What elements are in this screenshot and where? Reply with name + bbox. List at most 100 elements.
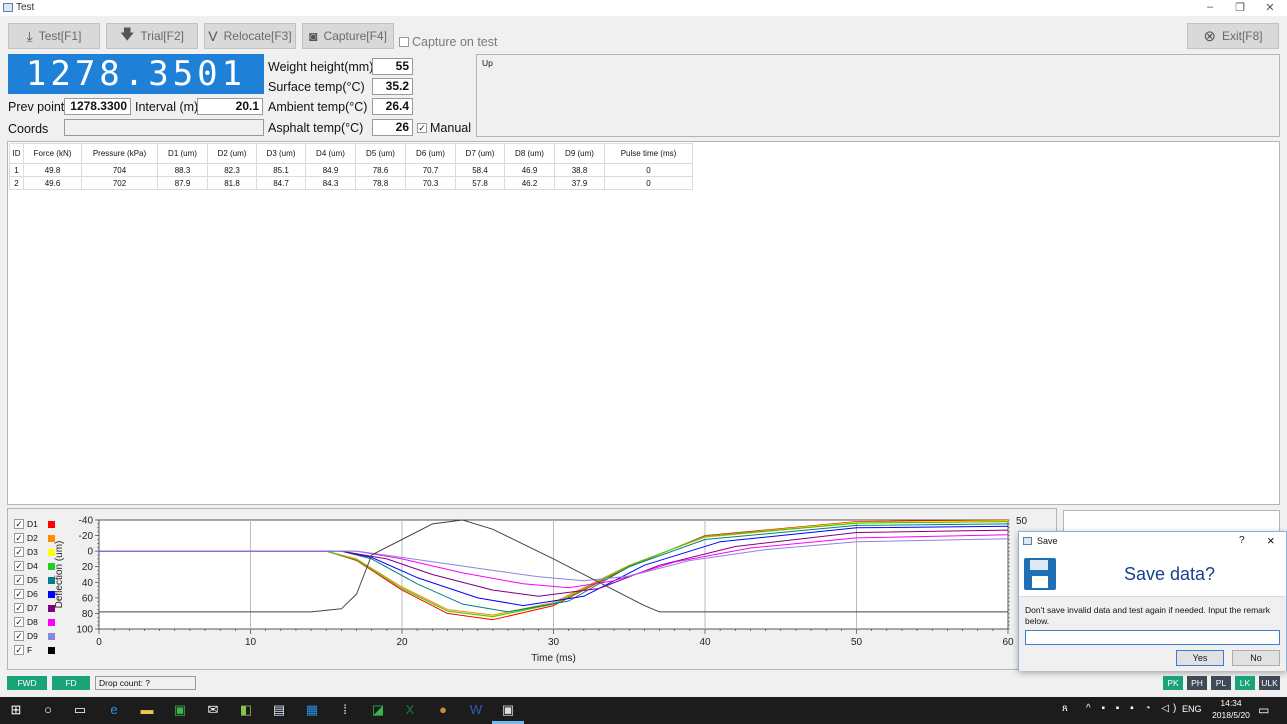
table-row[interactable]: 2 49.6 702 87.9 81.8 84.7 84.3 78.8 70.3 57.8 46.2… — [9, 176, 693, 190]
prev-point-label: Prev point — [8, 100, 65, 114]
table-header-cell[interactable]: Pressure (kPa) — [81, 143, 158, 164]
yes-button[interactable]: Yes — [1176, 650, 1224, 666]
trial-button[interactable]: 🡇 Trial[F2] — [106, 23, 198, 49]
table-cell: 704 — [81, 163, 158, 177]
word-icon[interactable]: W — [468, 702, 484, 718]
app-green2-icon[interactable]: ◪ — [370, 702, 386, 718]
interval-label: Interval (m) — [135, 100, 199, 114]
asphalt-temp-field[interactable]: 26 — [372, 119, 413, 136]
ulk-indicator[interactable]: ULK — [1259, 676, 1280, 690]
dialog-close-button[interactable]: × — [1267, 533, 1275, 548]
ambient-temp-label: Ambient temp(°C) — [268, 100, 368, 114]
table-header-cell[interactable]: D2 (um) — [207, 143, 257, 164]
notifications-icon[interactable]: ▭ — [1258, 703, 1269, 717]
coords-field — [64, 119, 264, 136]
start-icon[interactable]: ⊞ — [8, 702, 24, 718]
close-window-button[interactable]: ✕ — [1260, 1, 1280, 14]
table-cell: 0 — [604, 176, 693, 190]
data-table-panel: ID Force (kN) Pressure (kPa) D1 (um) D2 (um)… — [7, 141, 1280, 505]
down-arrow-icon: 🡇 — [120, 26, 135, 42]
capture-on-test-check[interactable] — [399, 37, 409, 47]
table-header-cell[interactable]: D1 (um) — [157, 143, 208, 164]
table-cell: 2 — [9, 176, 24, 190]
dialog-message: Don't save invalid data and test again i… — [1025, 605, 1270, 626]
table-cell: 78.6 — [355, 163, 406, 177]
table-cell: 70.3 — [405, 176, 456, 190]
table-header-row: ID Force (kN) Pressure (kPa) D1 (um) D2 (um)… — [9, 143, 693, 164]
manual-check[interactable] — [417, 123, 427, 133]
active-app-icon[interactable]: ▣ — [500, 702, 516, 718]
minimize-button[interactable]: – — [1200, 1, 1220, 13]
ph-indicator[interactable]: PH — [1187, 676, 1207, 690]
relocate-button-label: Relocate[F3] — [223, 29, 292, 43]
exit-button-label: Exit[F8] — [1221, 29, 1263, 43]
dialog-title: Save — [1037, 536, 1058, 546]
edge-browser-icon[interactable]: e — [106, 702, 122, 718]
y-tick-label: 20 — [82, 562, 94, 573]
x-tick-label: 20 — [396, 637, 408, 648]
fd-button[interactable]: FD — [52, 676, 90, 690]
app-grid-icon[interactable]: ⁞ — [337, 702, 353, 718]
save-dialog: Save ? × Save data? Don't save invalid d… — [1018, 531, 1287, 671]
tray-icons[interactable]: ^ ▪ ▪ ▪ ◔ ◁) — [1086, 703, 1180, 714]
exit-button[interactable]: ⊗ Exit[F8] — [1187, 23, 1279, 49]
table-header-cell[interactable]: D5 (um) — [355, 143, 406, 164]
app-round-icon[interactable]: ● — [435, 702, 451, 718]
app-blue-icon[interactable]: ▦ — [304, 702, 320, 718]
table-header-cell[interactable]: D6 (um) — [405, 143, 456, 164]
capture-on-test-checkbox[interactable]: Capture on test — [399, 35, 497, 49]
lk-indicator[interactable]: LK — [1235, 676, 1255, 690]
trial-button-label: Trial[F2] — [140, 29, 184, 43]
camera-icon: ◙ — [309, 28, 318, 44]
mail-icon[interactable]: ✉ — [205, 702, 221, 718]
table-header-cell[interactable]: D7 (um) — [455, 143, 505, 164]
deflection-chart: 0 10 20 30 40 50 60 -40 -20 0 20 40 60 80 100 Time (ms)… — [54, 516, 1028, 665]
capture-on-test-label: Capture on test — [412, 35, 498, 49]
data-table: ID Force (kN) Pressure (kPa) D1 (um) D2 (um)… — [9, 143, 693, 190]
table-cell: 1 — [9, 163, 24, 177]
clock-date[interactable]: 2018/5/20 — [1204, 710, 1258, 720]
table-header-cell[interactable]: D9 (um) — [554, 143, 605, 164]
excel-icon[interactable]: X — [402, 702, 418, 718]
drop-count: Drop count: ? — [95, 676, 196, 690]
table-header-cell[interactable]: ID — [9, 143, 24, 164]
remark-input[interactable] — [1025, 630, 1280, 645]
app-doc-icon[interactable]: ▤ — [271, 702, 287, 718]
task-view-icon[interactable]: ▭ — [72, 702, 88, 718]
dialog-help-button[interactable]: ? — [1239, 535, 1245, 546]
table-header-cell[interactable]: D8 (um) — [504, 143, 555, 164]
table-header-cell[interactable]: D4 (um) — [305, 143, 356, 164]
x-axis-label: Time (ms) — [531, 653, 576, 664]
test-button[interactable]: ⤓ Test[F1] — [8, 23, 100, 49]
language-indicator[interactable]: ENG — [1182, 704, 1202, 714]
table-row[interactable]: 1 49.8 704 88.3 82.3 85.1 84.9 78.6 70.7 58.4 46.9… — [9, 163, 693, 177]
y-tick-label: 0 — [87, 547, 93, 558]
table-cell: 57.8 — [455, 176, 505, 190]
table-cell: 87.9 — [157, 176, 208, 190]
pl-indicator[interactable]: PL — [1211, 676, 1231, 690]
x-tick-label: 10 — [245, 637, 257, 648]
restore-button[interactable]: ❐ — [1230, 1, 1250, 14]
capture-button[interactable]: ◙ Capture[F4] — [302, 23, 394, 49]
pk-indicator[interactable]: PK — [1163, 676, 1183, 690]
no-button[interactable]: No — [1232, 650, 1280, 666]
x-tick-label: 40 — [699, 637, 711, 648]
relocate-button[interactable]: V Relocate[F3] — [204, 23, 296, 49]
search-icon[interactable]: ○ — [40, 702, 56, 718]
x-tick-label: 60 — [1002, 637, 1014, 648]
people-icon[interactable]: ጸ — [1062, 703, 1068, 714]
dialog-app-icon — [1023, 537, 1032, 545]
manual-checkbox[interactable]: Manual — [417, 121, 471, 135]
table-cell: 84.9 — [305, 163, 356, 177]
app-lime-icon[interactable]: ◧ — [238, 702, 254, 718]
file-explorer-icon[interactable]: ▬ — [139, 702, 155, 718]
app-green-icon[interactable]: ▣ — [172, 702, 188, 718]
table-header-cell[interactable]: D3 (um) — [256, 143, 306, 164]
table-header-cell[interactable]: Pulse time (ms) — [604, 143, 693, 164]
clock-time[interactable]: 14:34 — [1212, 698, 1250, 708]
table-header-cell[interactable]: Force (kN) — [23, 143, 82, 164]
manual-label: Manual — [430, 121, 471, 135]
y-tick-label: 100 — [76, 625, 93, 636]
fwd-button[interactable]: FWD — [7, 676, 47, 690]
table-cell: 38.8 — [554, 163, 605, 177]
